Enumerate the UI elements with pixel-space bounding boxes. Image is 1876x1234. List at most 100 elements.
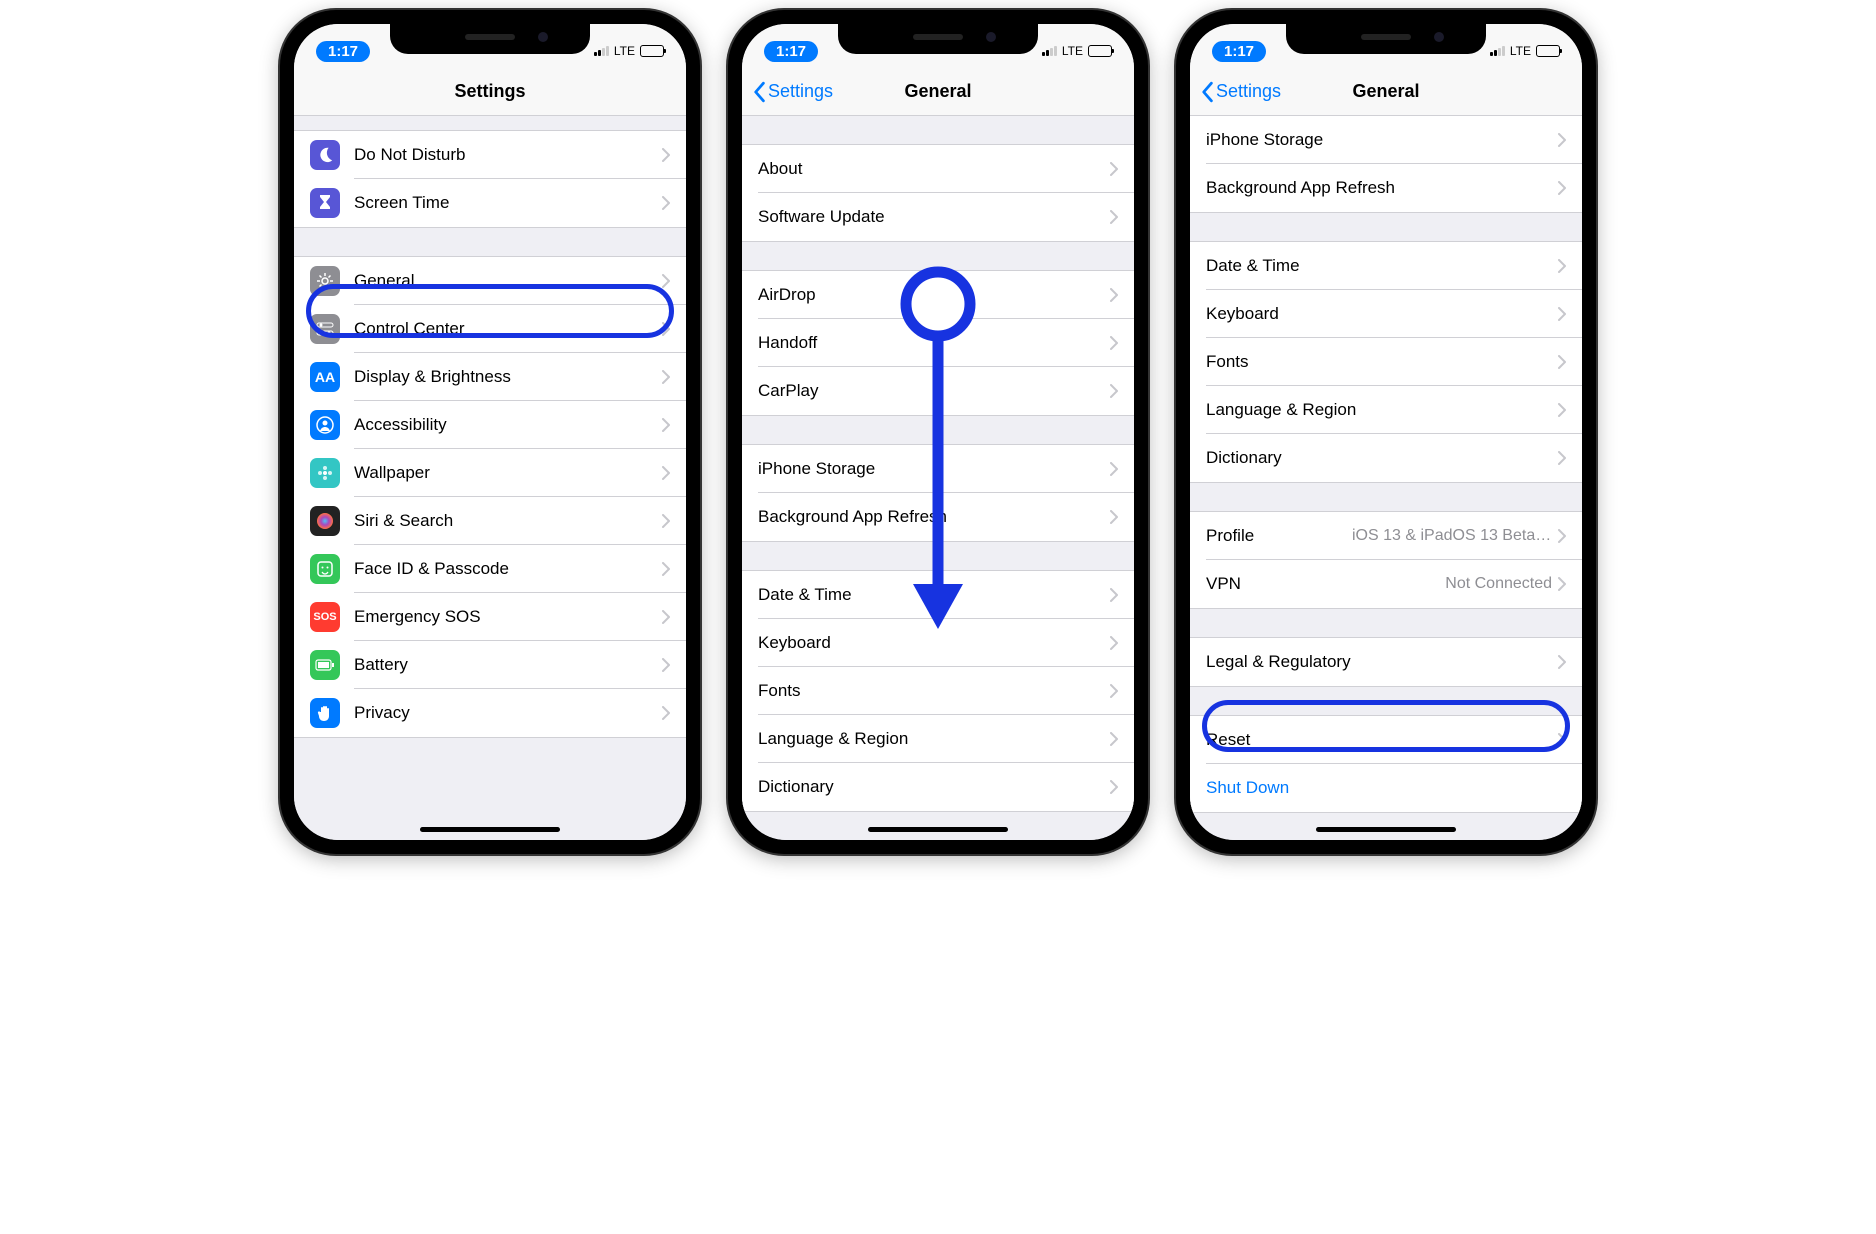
moon-icon bbox=[310, 140, 340, 170]
chevron-right-icon bbox=[662, 514, 670, 528]
list-row[interactable]: Software Update bbox=[742, 193, 1134, 241]
chevron-right-icon bbox=[1110, 384, 1118, 398]
carrier-label: LTE bbox=[614, 44, 635, 58]
row-label: Date & Time bbox=[758, 585, 1110, 605]
list-row[interactable]: Legal & Regulatory bbox=[1190, 638, 1582, 686]
settings-row[interactable]: General bbox=[294, 257, 686, 305]
chevron-right-icon bbox=[662, 196, 670, 210]
row-label: Battery bbox=[354, 655, 662, 675]
list-row[interactable]: Dictionary bbox=[742, 763, 1134, 811]
list-row[interactable]: Shut Down bbox=[1190, 764, 1582, 812]
home-indicator[interactable] bbox=[868, 827, 1008, 832]
list-row[interactable]: About bbox=[742, 145, 1134, 193]
row-label: iPhone Storage bbox=[758, 459, 1110, 479]
list-row[interactable]: Fonts bbox=[1190, 338, 1582, 386]
general-list[interactable]: About Software Update AirDropHandoffCarPl… bbox=[742, 116, 1134, 840]
chevron-left-icon bbox=[1200, 81, 1214, 103]
chevron-right-icon bbox=[662, 322, 670, 336]
list-row[interactable]: Keyboard bbox=[742, 619, 1134, 667]
row-label: Accessibility bbox=[354, 415, 662, 435]
chevron-right-icon bbox=[1110, 780, 1118, 794]
notch bbox=[838, 24, 1038, 54]
chevron-right-icon bbox=[1110, 462, 1118, 476]
status-time-pill: 1:17 bbox=[1212, 41, 1266, 62]
chevron-right-icon bbox=[1558, 307, 1566, 321]
list-row[interactable]: ProfileiOS 13 & iPadOS 13 Beta Softwar..… bbox=[1190, 512, 1582, 560]
row-label: Display & Brightness bbox=[354, 367, 662, 387]
settings-row[interactable]: Screen Time bbox=[294, 179, 686, 227]
row-label: Legal & Regulatory bbox=[1206, 652, 1558, 672]
status-time-pill: 1:17 bbox=[764, 41, 818, 62]
list-row[interactable]: Keyboard bbox=[1190, 290, 1582, 338]
list-row[interactable]: Date & Time bbox=[1190, 242, 1582, 290]
list-row[interactable]: Dictionary bbox=[1190, 434, 1582, 482]
signal-icon bbox=[1490, 46, 1505, 56]
chevron-right-icon bbox=[1558, 133, 1566, 147]
list-row[interactable]: Background App Refresh bbox=[1190, 164, 1582, 212]
battery-icon bbox=[310, 650, 340, 680]
list-row[interactable]: Language & Region bbox=[742, 715, 1134, 763]
status-time-pill: 1:17 bbox=[316, 41, 370, 62]
settings-row[interactable]: Control Center bbox=[294, 305, 686, 353]
back-button[interactable]: Settings bbox=[1190, 81, 1281, 103]
chevron-right-icon bbox=[1110, 162, 1118, 176]
settings-row[interactable]: Wallpaper bbox=[294, 449, 686, 497]
list-row[interactable]: iPhone Storage bbox=[742, 445, 1134, 493]
chevron-right-icon bbox=[662, 610, 670, 624]
carrier-label: LTE bbox=[1062, 44, 1083, 58]
chevron-right-icon bbox=[662, 706, 670, 720]
row-label: Dictionary bbox=[758, 777, 1110, 797]
back-button[interactable]: Settings bbox=[742, 81, 833, 103]
settings-list[interactable]: Do Not DisturbScreen Time GeneralControl… bbox=[294, 116, 686, 840]
row-label: iPhone Storage bbox=[1206, 130, 1558, 150]
chevron-right-icon bbox=[662, 370, 670, 384]
home-indicator[interactable] bbox=[420, 827, 560, 832]
row-label: Fonts bbox=[1206, 352, 1558, 372]
list-row[interactable]: Handoff bbox=[742, 319, 1134, 367]
settings-row[interactable]: SOSEmergency SOS bbox=[294, 593, 686, 641]
battery-icon bbox=[1536, 45, 1560, 57]
row-detail: iOS 13 & iPadOS 13 Beta Softwar... bbox=[1352, 527, 1552, 545]
chevron-right-icon bbox=[1558, 355, 1566, 369]
carrier-label: LTE bbox=[1510, 44, 1531, 58]
settings-row[interactable]: Accessibility bbox=[294, 401, 686, 449]
nav-bar: Settings bbox=[294, 68, 686, 116]
list-row[interactable]: AirDrop bbox=[742, 271, 1134, 319]
back-label: Settings bbox=[1216, 81, 1281, 102]
settings-row[interactable]: Battery bbox=[294, 641, 686, 689]
SOS-icon: SOS bbox=[310, 602, 340, 632]
chevron-right-icon bbox=[1110, 732, 1118, 746]
row-label: Keyboard bbox=[1206, 304, 1558, 324]
battery-icon bbox=[640, 45, 664, 57]
row-label: Date & Time bbox=[1206, 256, 1558, 276]
row-label: Language & Region bbox=[758, 729, 1110, 749]
flower-icon bbox=[310, 458, 340, 488]
chevron-right-icon bbox=[1558, 655, 1566, 669]
list-row[interactable]: Background App Refresh bbox=[742, 493, 1134, 541]
chevron-right-icon bbox=[662, 274, 670, 288]
row-label: Dictionary bbox=[1206, 448, 1558, 468]
list-row[interactable]: Reset bbox=[1190, 716, 1582, 764]
row-detail: Not Connected bbox=[1445, 575, 1552, 593]
list-row[interactable]: CarPlay bbox=[742, 367, 1134, 415]
row-label: About bbox=[758, 159, 1110, 179]
list-row[interactable]: iPhone Storage bbox=[1190, 116, 1582, 164]
row-label: Privacy bbox=[354, 703, 662, 723]
row-label: Software Update bbox=[758, 207, 1110, 227]
list-row[interactable]: Language & Region bbox=[1190, 386, 1582, 434]
home-indicator[interactable] bbox=[1316, 827, 1456, 832]
settings-row[interactable]: Privacy bbox=[294, 689, 686, 737]
list-row[interactable]: Date & Time bbox=[742, 571, 1134, 619]
list-row[interactable]: Fonts bbox=[742, 667, 1134, 715]
settings-row[interactable]: Face ID & Passcode bbox=[294, 545, 686, 593]
chevron-right-icon bbox=[1558, 577, 1566, 591]
chevron-right-icon bbox=[1558, 181, 1566, 195]
settings-row[interactable]: Siri & Search bbox=[294, 497, 686, 545]
list-row[interactable]: VPNNot Connected bbox=[1190, 560, 1582, 608]
chevron-right-icon bbox=[662, 418, 670, 432]
chevron-right-icon bbox=[1558, 529, 1566, 543]
settings-row[interactable]: AADisplay & Brightness bbox=[294, 353, 686, 401]
settings-row[interactable]: Do Not Disturb bbox=[294, 131, 686, 179]
chevron-right-icon bbox=[1110, 510, 1118, 524]
general-list-scrolled[interactable]: iPhone Storage Background App Refresh Dat… bbox=[1190, 116, 1582, 840]
